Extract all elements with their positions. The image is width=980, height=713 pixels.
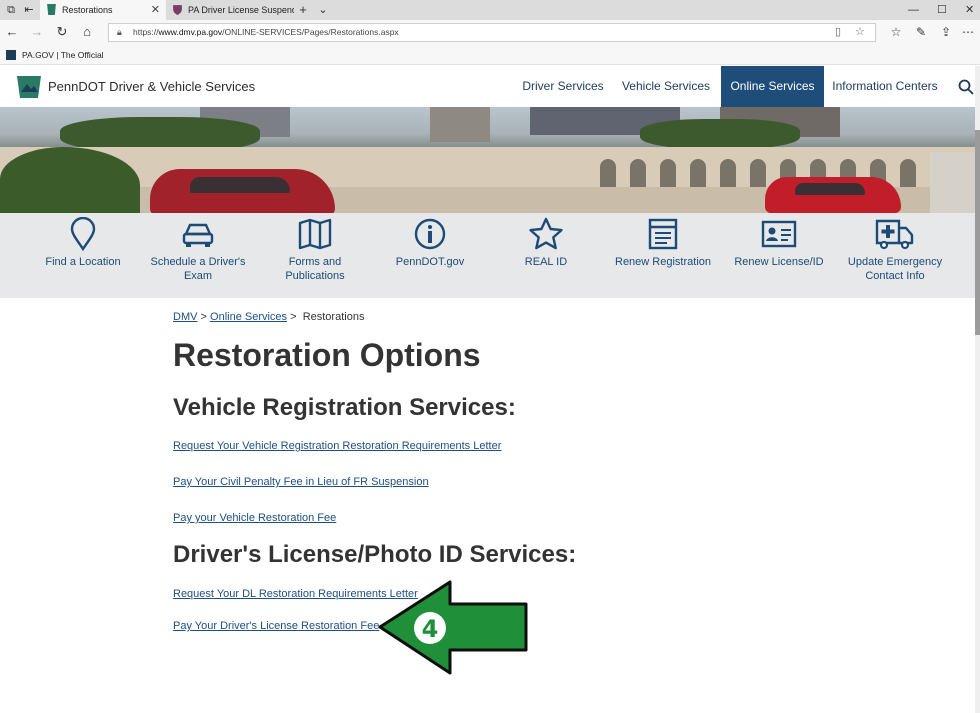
maximize-icon[interactable]: ☐ [937, 0, 947, 20]
id-card-icon [761, 220, 797, 248]
tab-restorations[interactable]: Restorations ✕ [40, 0, 166, 20]
browser-toolbar: ← → ↻ ⌂ 🔒︎ https://www.dmv.pa.gov/ONLINE… [0, 20, 980, 45]
tab-label: PA Driver License Suspende [188, 5, 294, 15]
nav-information-centers[interactable]: Information Centers [828, 66, 942, 107]
quick-link-forms-publications[interactable]: Forms and Publications [268, 213, 362, 283]
quick-link-renew-registration[interactable]: Renew Registration [608, 213, 718, 269]
minimize-icon[interactable]: — [908, 0, 919, 20]
pa-gov-icon [6, 50, 16, 60]
nav-online-services[interactable]: Online Services [721, 66, 824, 107]
reading-view-icon[interactable]: ▯ [835, 24, 841, 41]
breadcrumb: DMV > Online Services > Restorations [173, 311, 364, 323]
tab-label: Restorations [62, 5, 113, 15]
penndot-keystone-icon [47, 4, 56, 15]
site-header: PennDOT Driver & Vehicle Services Driver… [0, 66, 980, 107]
site-title[interactable]: PennDOT Driver & Vehicle Services [48, 66, 255, 107]
quick-link-update-emergency-contact[interactable]: Update Emergency Contact Info [842, 213, 948, 283]
tab-pa-driver-license[interactable]: PA Driver License Suspende [166, 0, 294, 20]
tab-list-chevron-icon[interactable]: ⌄ [316, 3, 330, 17]
quick-link-real-id[interactable]: REAL ID [506, 213, 586, 269]
favorites-list-icon[interactable]: ☆ [888, 24, 904, 40]
quick-link-renew-license[interactable]: Renew License/ID [728, 213, 830, 269]
quick-links-bar: Find a Location Schedule a Driver's Exam… [0, 213, 975, 298]
home-icon[interactable]: ⌂ [79, 24, 95, 40]
favorites-bar: PA.GOV | The Official [0, 45, 980, 65]
star-icon [529, 217, 563, 250]
share-icon[interactable]: ⇪ [938, 24, 954, 40]
nav-driver-services[interactable]: Driver Services [514, 66, 612, 107]
link-vehicle-registration-requirements-letter[interactable]: Request Your Vehicle Registration Restor… [173, 440, 501, 452]
url-scheme: https:// [133, 27, 159, 37]
hero-image [0, 107, 975, 213]
section-heading-vehicle-registration: Vehicle Registration Services: [173, 394, 516, 421]
more-menu-icon[interactable]: ⋯ [960, 24, 976, 40]
quick-link-find-location[interactable]: Find a Location [33, 213, 133, 269]
link-civil-penalty-fee[interactable]: Pay Your Civil Penalty Fee in Lieu of FR… [173, 476, 429, 488]
address-field[interactable]: 🔒︎ https://www.dmv.pa.gov/ONLINE-SERVICE… [108, 23, 876, 42]
shield-icon [173, 5, 182, 15]
page-title: Restoration Options [173, 337, 481, 373]
breadcrumb-online-services[interactable]: Online Services [210, 311, 287, 323]
breadcrumb-dmv[interactable]: DMV [173, 311, 197, 323]
tab-actions-icon[interactable]: ⧉ [4, 3, 18, 17]
car-icon [182, 223, 214, 247]
ambulance-icon [875, 219, 914, 250]
map-pin-icon [70, 217, 96, 251]
refresh-icon[interactable]: ↻ [54, 24, 70, 40]
favorite-star-icon[interactable]: ☆ [855, 24, 865, 41]
search-icon[interactable] [958, 79, 974, 95]
new-tab-icon[interactable]: + [296, 3, 310, 17]
quick-link-penndot-gov[interactable]: PennDOT.gov [380, 213, 480, 269]
pen-icon[interactable]: ✎ [913, 24, 929, 40]
quick-link-schedule-exam[interactable]: Schedule a Driver's Exam [143, 213, 253, 283]
step-number: 4 [422, 615, 439, 643]
link-vehicle-restoration-fee[interactable]: Pay your Vehicle Restoration Fee [173, 512, 336, 524]
nav-vehicle-services[interactable]: Vehicle Services [616, 66, 716, 107]
breadcrumb-separator: > [200, 311, 207, 323]
info-icon [414, 218, 446, 250]
section-heading-drivers-license: Driver's License/Photo ID Services: [173, 541, 577, 568]
close-window-icon[interactable]: ✕ [965, 0, 974, 20]
penndot-keystone-logo-icon[interactable] [16, 74, 42, 100]
breadcrumb-separator: > [290, 311, 297, 323]
link-dl-restoration-fee[interactable]: Pay Your Driver's License Restoration Fe… [173, 620, 379, 632]
back-arrow-icon[interactable]: ← [4, 24, 20, 40]
step-arrow-annotation: 4 [378, 580, 528, 675]
map-book-icon [298, 218, 332, 250]
lock-icon: 🔒︎ [117, 27, 122, 37]
close-tab-icon[interactable]: ✕ [151, 0, 160, 20]
forward-arrow-icon[interactable]: → [29, 24, 45, 40]
favorite-pa-gov[interactable]: PA.GOV | The Official [22, 50, 104, 60]
breadcrumb-current: Restorations [302, 311, 365, 323]
url-domain: www.dmv.pa.gov [158, 27, 223, 37]
url-path: /ONLINE-SERVICES/Pages/Restorations.aspx [222, 27, 399, 37]
scrollbar-thumb[interactable] [975, 130, 980, 335]
form-icon [648, 218, 678, 250]
set-aside-tabs-icon[interactable]: ⇤ [22, 3, 36, 17]
browser-tab-bar: ⧉ ⇤ Restorations ✕ PA Driver License Sus… [0, 0, 980, 20]
